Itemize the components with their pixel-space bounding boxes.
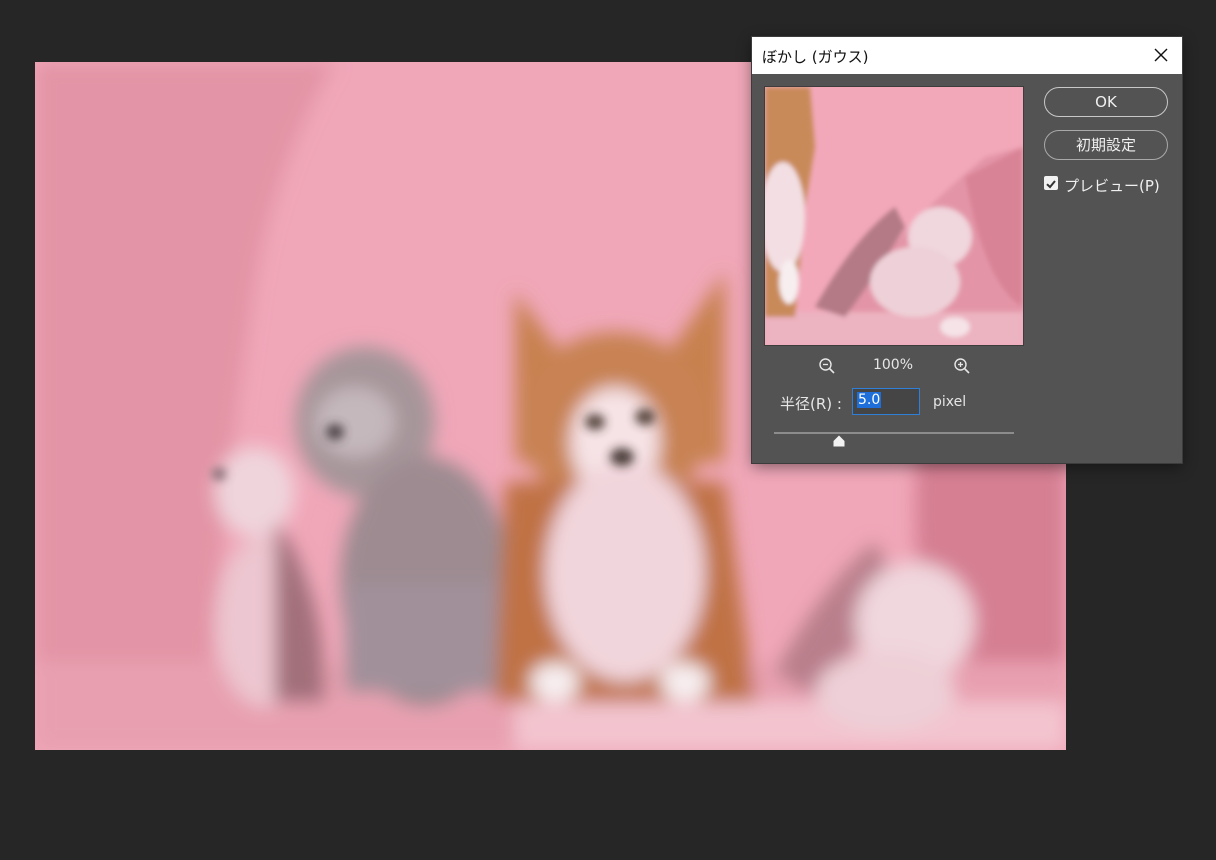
dialog-titlebar[interactable]: ぼかし (ガウス) — [752, 37, 1182, 74]
gaussian-blur-dialog: ぼかし (ガウス) 100% 半径(R): 5.0 pixel OK 初期設定… — [752, 37, 1182, 463]
checkbox-box[interactable] — [1044, 176, 1058, 190]
close-icon[interactable] — [1152, 46, 1170, 64]
dialog-title: ぼかし (ガウス) — [762, 48, 869, 66]
radius-label: 半径(R) : — [780, 395, 842, 413]
zoom-out-icon[interactable] — [818, 357, 836, 375]
radius-slider-track[interactable] — [774, 432, 1014, 434]
checkmark-icon — [1046, 180, 1056, 189]
radius-input[interactable]: 5.0 — [852, 388, 920, 415]
radius-value: 5.0 — [857, 392, 882, 408]
preview-image — [765, 87, 1023, 345]
preview-checkbox-label: プレビュー(P) — [1064, 177, 1160, 195]
slider-thumb-icon[interactable] — [833, 435, 845, 447]
preview-thumbnail[interactable] — [764, 86, 1024, 346]
zoom-level: 100% — [872, 357, 914, 373]
radius-unit: pixel — [933, 394, 967, 410]
zoom-in-icon[interactable] — [953, 357, 971, 375]
zoom-controls: 100% — [765, 355, 1023, 377]
ok-button[interactable]: OK — [1044, 87, 1168, 117]
reset-button[interactable]: 初期設定 — [1044, 130, 1168, 160]
